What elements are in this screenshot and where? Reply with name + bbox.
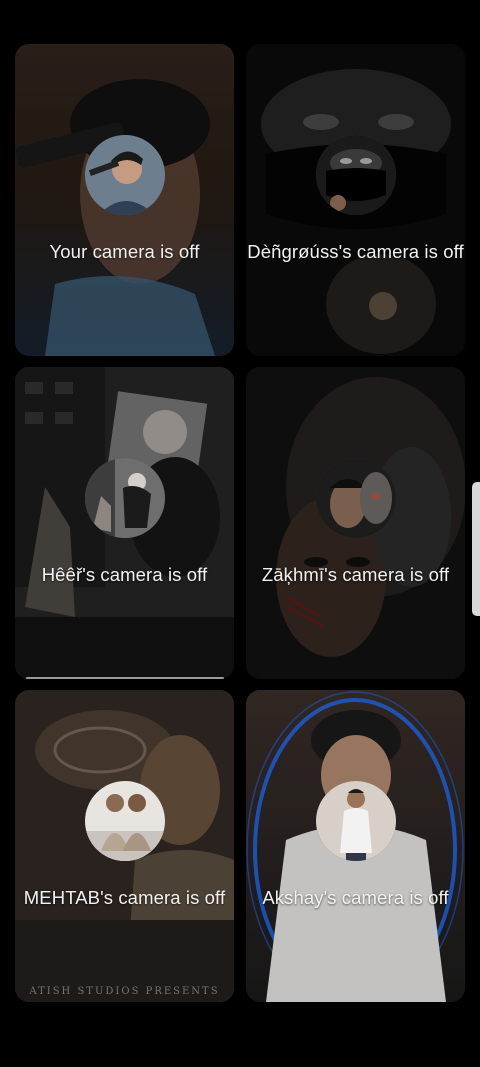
avatar-dengrouss [315, 135, 396, 215]
camera-off-label: Your camera is off [49, 241, 200, 262]
studio-credit-text: ATISH STUDIOS PRESENTS [29, 986, 220, 997]
participant-tile-mehtab[interactable]: MEHTAB's camera is off ATISH STUDIOS PRE… [15, 690, 234, 1002]
avatar-self [84, 135, 165, 215]
participant-tile-heer[interactable]: Hêêř's camera is off [15, 367, 234, 679]
participant-tile-self[interactable]: Your camera is off [15, 44, 234, 356]
participant-tile-zakhmi[interactable]: Zāķhmī's camera is off [246, 367, 465, 679]
camera-off-label: MEHTAB's camera is off [23, 887, 226, 908]
avatar-akshay [315, 781, 396, 861]
camera-off-label: Dèñgrøúss's camera is off [247, 241, 464, 262]
avatar-zakhmi [315, 458, 396, 538]
avatar-mehtab [84, 781, 165, 861]
participant-tile-dengrouss[interactable]: Dèñgrøúss's camera is off [246, 44, 465, 356]
camera-off-label: Akshay's camera is off [262, 887, 449, 908]
participant-tile-akshay[interactable]: Akshay's camera is off [246, 690, 465, 1002]
avatar-heer [84, 458, 165, 538]
row-divider [26, 677, 224, 679]
camera-off-label: Zāķhmī's camera is off [261, 564, 450, 585]
camera-off-label: Hêêř's camera is off [41, 564, 208, 585]
edge-panel-handle[interactable] [472, 482, 480, 616]
